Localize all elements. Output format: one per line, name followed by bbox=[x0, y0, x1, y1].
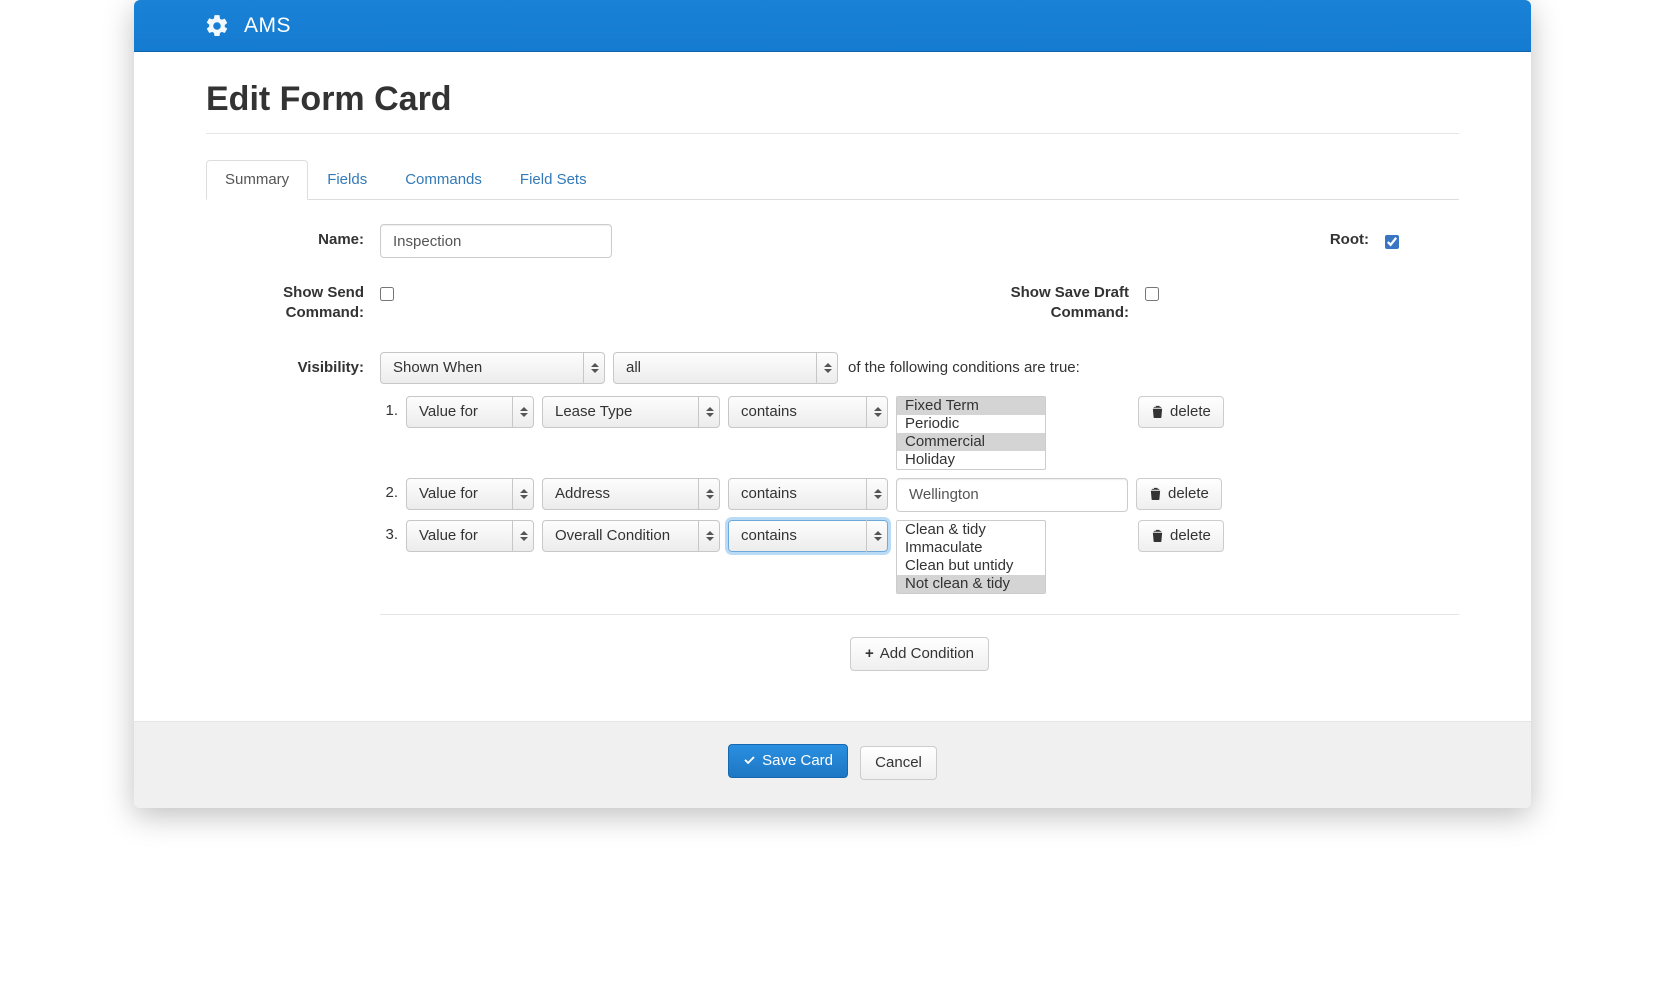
trash-icon bbox=[1149, 487, 1162, 500]
visibility-mode-select[interactable]: Shown When bbox=[380, 352, 605, 384]
condition-field-select[interactable]: Overall Condition bbox=[542, 520, 720, 552]
delete-condition-button[interactable]: delete bbox=[1136, 478, 1222, 510]
condition-value-input[interactable] bbox=[896, 478, 1128, 512]
condition-field-select[interactable]: Lease Type bbox=[542, 396, 720, 428]
gear-logo-icon bbox=[204, 13, 230, 39]
delete-label: delete bbox=[1170, 527, 1211, 544]
root-label: Root: bbox=[1330, 224, 1385, 248]
show-send-label: Show Send Command: bbox=[206, 276, 380, 324]
condition-row: 1. Value for Lease Type contains bbox=[380, 396, 1459, 470]
row-show-commands: Show Send Command: Show Save Draft Comma… bbox=[206, 276, 1459, 324]
row-visibility: Visibility: Shown When all of the follow… bbox=[206, 352, 1459, 671]
condition-subject-select[interactable]: Value for bbox=[406, 396, 534, 428]
tab-bar: Summary Fields Commands Field Sets bbox=[206, 160, 1459, 200]
condition-value-list[interactable]: Clean & tidy Immaculate Clean but untidy… bbox=[896, 520, 1046, 594]
title-divider bbox=[206, 133, 1459, 134]
tab-fields[interactable]: Fields bbox=[308, 160, 386, 200]
tab-commands[interactable]: Commands bbox=[386, 160, 501, 200]
root-checkbox[interactable] bbox=[1385, 235, 1399, 249]
list-option[interactable]: Clean & tidy bbox=[897, 521, 1045, 539]
save-card-label: Save Card bbox=[762, 752, 833, 769]
list-option[interactable]: Fixed Term bbox=[897, 397, 1045, 415]
list-option[interactable]: Immaculate bbox=[897, 539, 1045, 557]
condition-number: 2. bbox=[380, 478, 398, 501]
tab-field-sets[interactable]: Field Sets bbox=[501, 160, 606, 200]
condition-operator-select[interactable]: contains bbox=[728, 478, 888, 510]
trash-icon bbox=[1151, 405, 1164, 418]
add-condition-wrap: + Add Condition bbox=[380, 614, 1459, 671]
visibility-line: Shown When all of the following conditio… bbox=[380, 352, 1459, 384]
show-send-checkbox[interactable] bbox=[380, 287, 394, 301]
row-name: Name: Root: bbox=[206, 224, 1459, 258]
cancel-label: Cancel bbox=[875, 754, 922, 771]
check-icon bbox=[743, 754, 756, 767]
add-condition-label: Add Condition bbox=[880, 645, 974, 662]
footer-bar: Save Card Cancel bbox=[134, 721, 1531, 808]
condition-field-select[interactable]: Address bbox=[542, 478, 720, 510]
save-card-button[interactable]: Save Card bbox=[728, 744, 848, 778]
show-save-draft-checkbox[interactable] bbox=[1145, 287, 1159, 301]
app-window: AMS Edit Form Card Summary Fields Comman… bbox=[134, 0, 1531, 808]
show-save-draft-label: Show Save Draft Command: bbox=[985, 276, 1145, 324]
plus-icon: + bbox=[865, 645, 874, 662]
delete-condition-button[interactable]: delete bbox=[1138, 396, 1224, 428]
page-title: Edit Form Card bbox=[206, 80, 1459, 119]
form-region: Name: Root: Show Send Command: Show Save… bbox=[206, 224, 1459, 671]
condition-number: 1. bbox=[380, 396, 398, 419]
name-label: Name: bbox=[206, 224, 380, 248]
add-condition-button[interactable]: + Add Condition bbox=[850, 637, 989, 671]
list-option[interactable]: Periodic bbox=[897, 415, 1045, 433]
list-option[interactable]: Clean but untidy bbox=[897, 557, 1045, 575]
condition-subject-select[interactable]: Value for bbox=[406, 478, 534, 510]
root-block: Root: bbox=[1330, 224, 1399, 249]
navbar: AMS bbox=[134, 0, 1531, 52]
content-area: Edit Form Card Summary Fields Commands F… bbox=[134, 52, 1531, 671]
list-option[interactable]: Commercial bbox=[897, 433, 1045, 451]
brand-name: AMS bbox=[244, 14, 291, 38]
tab-summary[interactable]: Summary bbox=[206, 160, 308, 200]
condition-number: 3. bbox=[380, 520, 398, 543]
visibility-trail-text: of the following conditions are true: bbox=[846, 359, 1080, 376]
cancel-button[interactable]: Cancel bbox=[860, 746, 937, 780]
condition-operator-select[interactable]: contains bbox=[728, 396, 888, 428]
list-option[interactable]: Holiday bbox=[897, 451, 1045, 469]
conditions-block: 1. Value for Lease Type contains bbox=[380, 396, 1459, 594]
delete-label: delete bbox=[1168, 485, 1209, 502]
visibility-quantifier-select[interactable]: all bbox=[613, 352, 838, 384]
condition-value-list[interactable]: Fixed Term Periodic Commercial Holiday bbox=[896, 396, 1046, 470]
visibility-label: Visibility: bbox=[206, 352, 380, 376]
condition-subject-select[interactable]: Value for bbox=[406, 520, 534, 552]
list-option[interactable]: Not clean & tidy bbox=[897, 575, 1045, 593]
delete-label: delete bbox=[1170, 403, 1211, 420]
condition-row: 3. Value for Overall Condition contains bbox=[380, 520, 1459, 594]
name-input[interactable] bbox=[380, 224, 612, 258]
condition-row: 2. Value for Address contains bbox=[380, 478, 1459, 512]
condition-operator-select[interactable]: contains bbox=[728, 520, 888, 552]
delete-condition-button[interactable]: delete bbox=[1138, 520, 1224, 552]
trash-icon bbox=[1151, 529, 1164, 542]
